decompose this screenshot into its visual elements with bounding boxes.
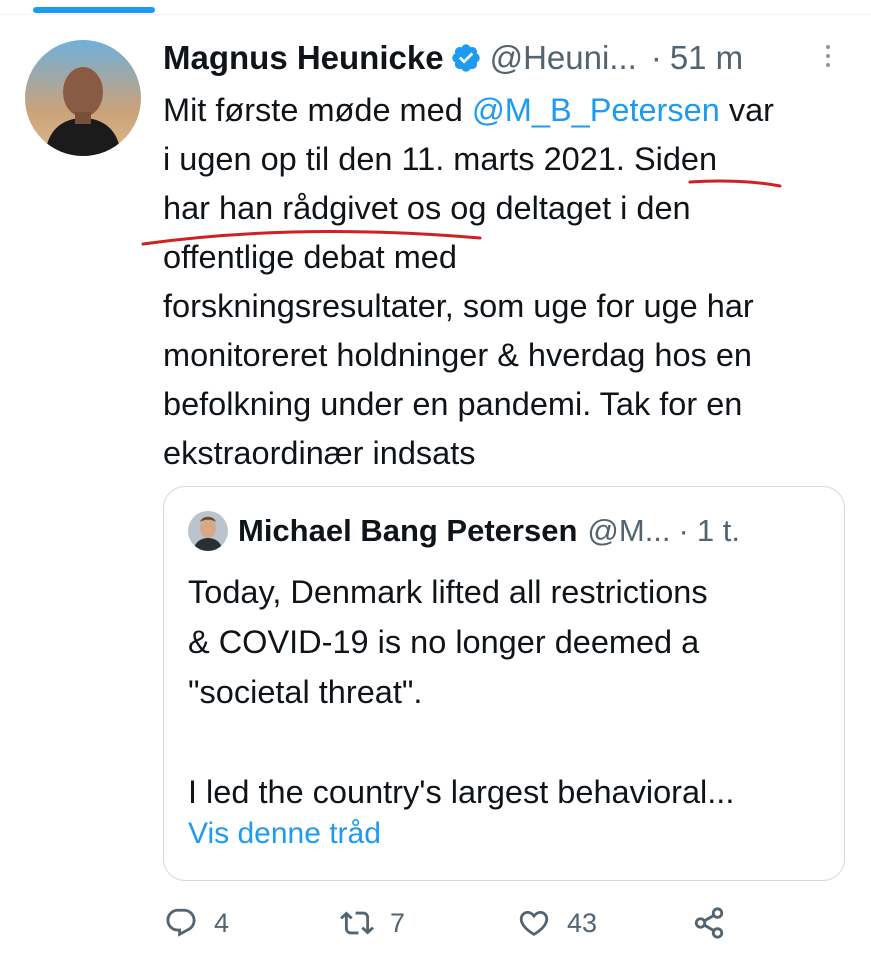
- reply-icon: [166, 908, 196, 937]
- tweet-text: Mit første møde med @M_B_Petersen var i …: [163, 86, 863, 478]
- mention-link[interactable]: @M_B_Petersen: [472, 92, 720, 128]
- quoted-text-line: [188, 717, 828, 767]
- verified-badge-icon: [451, 44, 480, 72]
- quoted-author-handle: @M...: [587, 513, 671, 548]
- quoted-author-avatar: [188, 511, 228, 551]
- tweet-text-line: offentlige debat med: [163, 239, 457, 275]
- tweet-text-line: Mit første møde med @M_B_Petersen var: [163, 86, 863, 135]
- quoted-text-line: I led the country's largest behavioral..…: [188, 774, 735, 810]
- divider: [0, 14, 871, 15]
- tweet-text-line: ekstraordinær indsats: [163, 435, 476, 471]
- retweet-count: 7: [390, 907, 406, 938]
- tweet-text-line: forskningsresultater, som uge for uge ha…: [163, 288, 754, 324]
- quoted-text-line: Today, Denmark lifted all restrictions: [188, 574, 708, 610]
- reply-button[interactable]: 4: [164, 906, 229, 940]
- like-count: 43: [567, 907, 598, 938]
- tweet-time[interactable]: 51 m: [670, 39, 743, 77]
- quoted-tweet-header: Michael Bang Petersen @M... · 1 t.: [188, 511, 740, 551]
- like-button[interactable]: 43: [517, 906, 597, 940]
- author-name[interactable]: Magnus Heunicke: [163, 39, 444, 77]
- quoted-author-name: Michael Bang Petersen: [238, 513, 578, 548]
- tweet-text-segment: var: [719, 92, 774, 128]
- active-tab-indicator: [33, 7, 155, 13]
- quoted-tweet-time: 1 t.: [696, 513, 740, 548]
- tweet-text-line: befolkning under en pandemi. Tak for en: [163, 386, 743, 422]
- quoted-text-line: "societal threat".: [188, 674, 423, 710]
- tweet-text-line: monitoreret holdninger & hverdag hos en: [163, 337, 752, 373]
- tweet-text-line: i ugen op til den 11. marts 2021. Siden: [163, 141, 718, 177]
- reply-count: 4: [214, 907, 230, 938]
- retweet-icon: [340, 911, 374, 935]
- like-icon: [519, 910, 549, 936]
- retweet-button[interactable]: 7: [340, 906, 405, 940]
- author-handle[interactable]: @Heuni...: [490, 39, 637, 77]
- separator-dot: ·: [650, 39, 662, 76]
- tweet-text-line: har han rådgivet os og deltaget i den: [163, 190, 691, 226]
- more-options-icon[interactable]: [818, 40, 838, 70]
- show-thread-link[interactable]: Vis denne tråd: [188, 817, 381, 851]
- share-button[interactable]: [692, 906, 742, 940]
- separator-dot: ·: [678, 513, 689, 548]
- quoted-tweet-text: Today, Denmark lifted all restrictions &…: [188, 567, 828, 817]
- author-avatar[interactable]: [25, 40, 141, 156]
- share-icon: [694, 907, 724, 939]
- tweet-header: Magnus Heunicke @Heuni... · 51 m: [163, 38, 743, 78]
- tweet-actions: 4 7 43: [0, 900, 871, 950]
- quoted-text-line: & COVID-19 is no longer deemed a: [188, 624, 700, 660]
- quoted-tweet[interactable]: Michael Bang Petersen @M... · 1 t. Today…: [163, 486, 845, 881]
- tweet-text-segment: Mit første møde med: [163, 92, 472, 128]
